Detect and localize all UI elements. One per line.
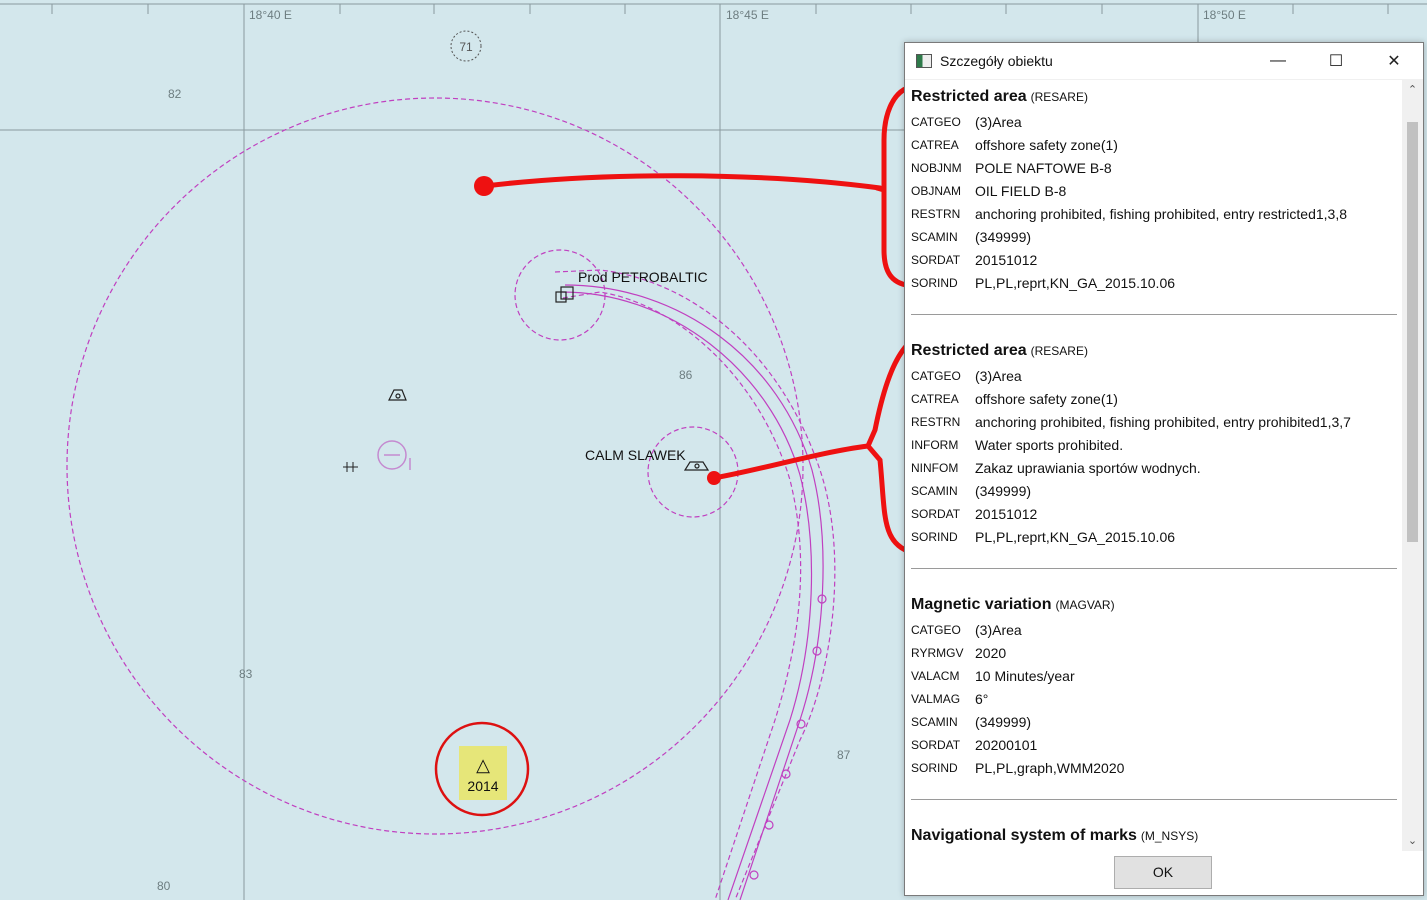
attribute-row: CATREA offshore safety zone(1) xyxy=(911,390,1118,407)
attribute-row: VALACM 10 Minutes/year xyxy=(911,667,1075,684)
attribute-row: INFORM Water sports prohibited. xyxy=(911,436,1124,453)
section-restricted-area-1: Restricted area (RESARE) CATGEO (3)Area CA… xyxy=(911,88,1397,294)
attribute-row: RESTRN anchoring prohibited, fishing proh… xyxy=(911,413,1351,430)
annotation-dot-1 xyxy=(474,176,494,196)
section-divider xyxy=(911,568,1397,569)
attribute-row: SORIND PL,PL,reprt,KN_GA_2015.10.06 xyxy=(911,274,1176,291)
scroll-up-arrow-icon[interactable]: ⌃ xyxy=(1402,80,1423,100)
attribute-row: RESTRN anchoring prohibited, fishing proh… xyxy=(911,205,1347,222)
minimize-button[interactable]: — xyxy=(1249,43,1307,79)
survey-year: 2014 xyxy=(467,778,499,794)
scroll-down-arrow-icon[interactable]: ⌄ xyxy=(1402,831,1423,851)
attribute-row: RYRMGV 2020 xyxy=(911,644,1007,661)
dialog-titlebar[interactable]: Szczegóły obiektu — ☐ ✕ xyxy=(905,43,1423,80)
depth-sounding: 87 xyxy=(837,748,851,762)
details-content[interactable]: Restricted area (RESARE) CATGEO (3)Area CA… xyxy=(906,80,1400,851)
attribute-row: SORIND PL,PL,graph,WMM2020 xyxy=(911,759,1125,776)
buoy-label[interactable]: CALM SLAWEK xyxy=(585,447,686,463)
warning-triangle-icon: △ xyxy=(476,755,490,775)
section-divider xyxy=(911,314,1397,315)
attribute-row: SORDAT 20151012 xyxy=(911,251,1038,268)
annotation-dot-2 xyxy=(707,471,721,485)
maximize-button[interactable]: ☐ xyxy=(1307,43,1365,79)
attribute-row: OBJNAM OIL FIELD B-8 xyxy=(911,182,1067,199)
section-heading: Restricted area (RESARE) xyxy=(911,342,1088,359)
longitude-label: 18°50 E xyxy=(1203,8,1246,22)
attribute-row: SCAMIN (349999) xyxy=(911,713,1032,730)
attribute-row: CATGEO (3)Area xyxy=(911,367,1022,384)
depth-sounding: 80 xyxy=(157,879,171,893)
light-number: 71 xyxy=(459,40,473,54)
attribute-row: CATGEO (3)Area xyxy=(911,621,1022,638)
attribute-row: NOBJNM POLE NAFTOWE B-8 xyxy=(911,159,1112,176)
platform-label[interactable]: Prod PETROBALTIC xyxy=(578,269,708,285)
attribute-row: CATREA offshore safety zone(1) xyxy=(911,136,1118,153)
section-restricted-area-2: Restricted area (RESARE) CATGEO (3)Area CA… xyxy=(911,342,1397,548)
attribute-row: SCAMIN (349999) xyxy=(911,228,1032,245)
scroll-thumb[interactable] xyxy=(1407,122,1418,542)
attribute-row: CATGEO (3)Area xyxy=(911,113,1022,130)
depth-sounding: 86 xyxy=(679,368,693,382)
section-divider xyxy=(911,799,1397,800)
section-heading: Magnetic variation (MAGVAR) xyxy=(911,596,1115,613)
attribute-row: VALMAG 6° xyxy=(911,690,989,707)
attribute-row: NINFOM Zakaz uprawiania sportów wodnych. xyxy=(911,459,1201,476)
object-details-dialog[interactable]: Szczegóły obiektu — ☐ ✕ Restricted area(… xyxy=(904,42,1424,896)
close-button[interactable]: ✕ xyxy=(1365,43,1423,79)
section-heading: Restricted area (RESARE) xyxy=(911,88,1088,105)
ok-button[interactable]: OK xyxy=(1114,856,1212,889)
attribute-row: SORDAT 20200101 xyxy=(911,736,1038,753)
depth-sounding: 82 xyxy=(168,87,182,101)
vertical-scrollbar[interactable]: ⌃ ⌄ xyxy=(1402,80,1423,851)
attribute-row: SCAMIN (349999) xyxy=(911,482,1032,499)
section-navigational-system: Navigational system of marks (M_NSYS) xyxy=(911,827,1397,849)
dialog-title: Szczegóły obiektu xyxy=(940,53,1053,69)
longitude-label: 18°40 E xyxy=(249,8,292,22)
longitude-label: 18°45 E xyxy=(726,8,769,22)
attribute-row: SORIND PL,PL,reprt,KN_GA_2015.10.06 xyxy=(911,528,1176,545)
annotation-join-1 xyxy=(874,185,887,193)
section-heading: Navigational system of marks (M_NSYS) xyxy=(911,827,1199,844)
depth-sounding: 83 xyxy=(239,667,253,681)
app-icon xyxy=(916,54,932,68)
survey-year-badge[interactable]: △ 2014 xyxy=(459,746,507,800)
section-magnetic-variation: Magnetic variation (MAGVAR) CATGEO (3)Area… xyxy=(911,596,1397,779)
attribute-row: SORDAT 20151012 xyxy=(911,505,1038,522)
